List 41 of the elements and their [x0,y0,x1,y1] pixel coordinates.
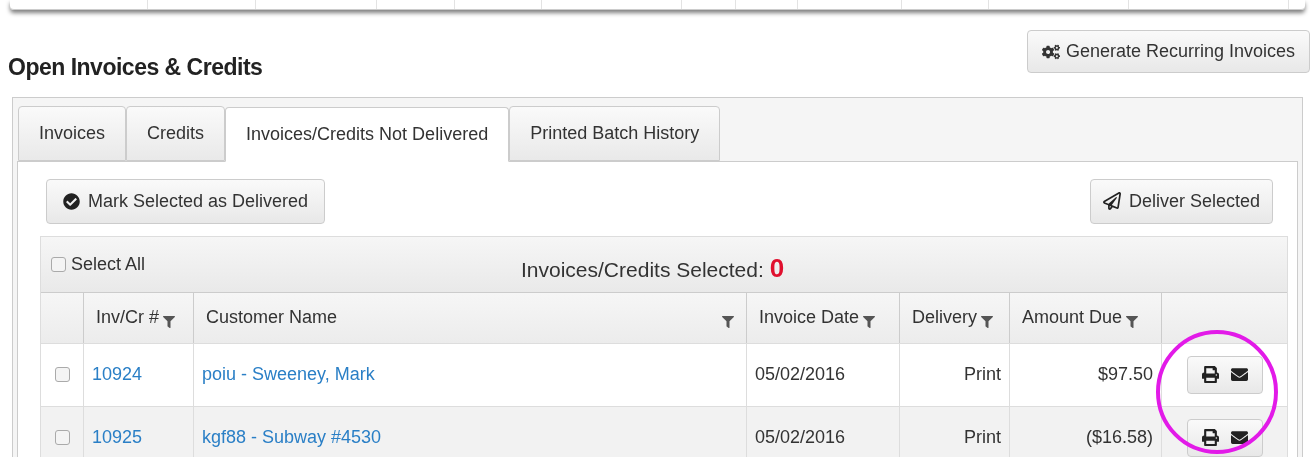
filter-icon[interactable] [722,315,734,328]
printer-icon [1201,366,1219,383]
date-cell-text: 05/02/2016 [755,426,846,449]
filter-icon[interactable] [981,315,993,328]
print-email-button[interactable] [1186,355,1263,394]
tab[interactable]: Invoices [18,105,127,161]
amount-cell-text: ($16.58) [1085,426,1153,449]
customer-link[interactable]: kgf88 - Subway #4530 [202,424,382,451]
envelope-icon [1230,366,1248,383]
tab[interactable]: Printed Batch History [509,105,721,161]
generate-recurring-invoices-button[interactable]: Generate Recurring Invoices [1026,30,1310,73]
tab[interactable]: Credits [126,105,226,161]
delivery-cell-text: Print [964,363,1001,386]
filter-icon[interactable] [1126,315,1139,328]
deliver-selected-button[interactable]: Deliver Selected [1089,178,1273,224]
selected-count: 0 [769,251,785,285]
filter-icon[interactable] [163,315,176,328]
page-title: Open Invoices & Credits [8,53,263,82]
checkbox[interactable] [54,367,70,382]
mark-delivered-button[interactable]: Mark Selected as Delivered [46,178,326,224]
checkbox[interactable] [51,256,66,272]
column-header[interactable]: Delivery [900,292,1010,343]
customer-link[interactable]: poiu - Sweeney, Mark [202,361,375,388]
delivery-cell-text: Print [964,426,1001,449]
envelope-icon [1230,429,1248,446]
column-header[interactable]: Amount Due [1010,292,1162,343]
invoice-number-link[interactable]: 10925 [92,424,143,451]
column-header[interactable]: Inv/Cr # [84,292,194,343]
invoice-number-link[interactable]: 10924 [92,361,143,388]
gears-icon [1041,42,1060,61]
column-header[interactable]: Customer Name [194,292,747,343]
checkbox[interactable] [54,430,70,445]
amount-cell-text: $97.50 [1097,363,1153,386]
column-header[interactable]: Invoice Date [747,292,900,343]
tab[interactable]: Invoices/Credits Not Delivered [225,106,510,162]
select-all-label: Select All [71,252,146,276]
paper-plane-icon [1102,192,1121,210]
printer-icon [1201,429,1219,446]
filter-icon[interactable] [863,315,876,328]
date-cell-text: 05/02/2016 [755,363,846,386]
selected-count-label: Invoices/Credits Selected: [521,256,764,283]
